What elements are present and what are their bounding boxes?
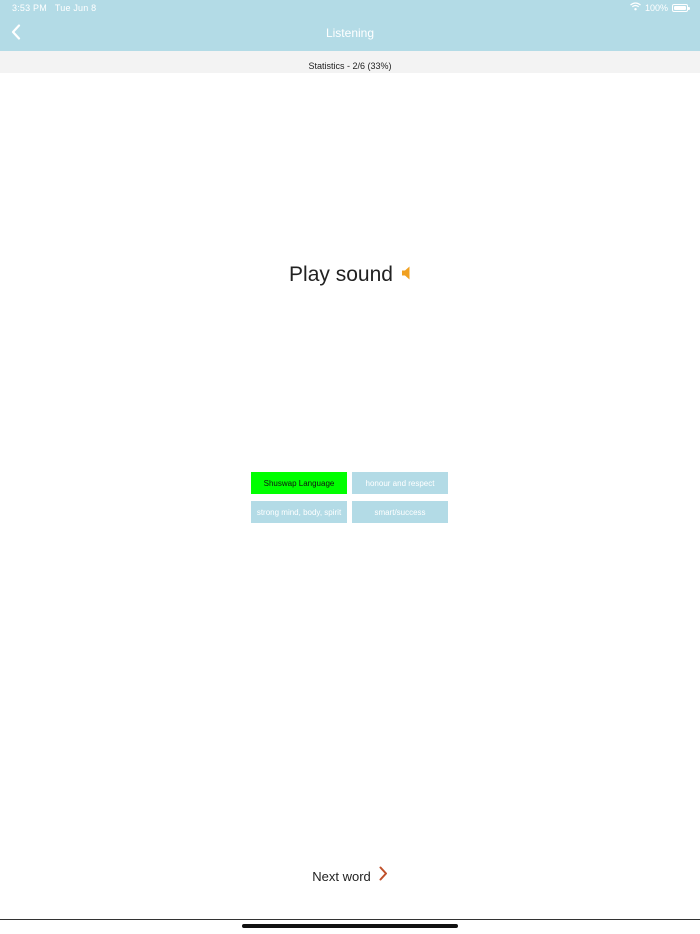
status-right: 100% — [630, 2, 690, 13]
page-title: Listening — [325, 26, 375, 40]
home-indicator[interactable] — [242, 924, 458, 928]
battery-icon — [672, 3, 690, 12]
status-date-text: Tue Jun 8 — [54, 3, 97, 13]
answer-grid: Shuswap Language honour and respect stro… — [251, 472, 449, 523]
answer-option-3[interactable]: strong mind, body, spirit — [251, 501, 347, 523]
statistics-bar: Statistics - 2/6 (33%) — [0, 51, 700, 73]
chevron-right-icon — [379, 866, 388, 886]
wifi-icon — [630, 2, 641, 13]
answer-label: honour and respect — [365, 478, 435, 488]
answer-option-1[interactable]: Shuswap Language — [251, 472, 347, 494]
speaker-icon[interactable] — [401, 266, 411, 285]
bottom-divider — [0, 919, 700, 920]
battery-text: 100% — [644, 2, 668, 13]
answer-label: smart/success — [374, 507, 426, 517]
next-word-button[interactable]: Next word — [0, 866, 700, 886]
answer-option-2[interactable]: honour and respect — [352, 472, 448, 494]
answer-label: Shuswap Language — [263, 478, 335, 488]
answer-label: strong mind, body, spirit — [256, 507, 342, 517]
answer-option-4[interactable]: smart/success — [352, 501, 448, 523]
next-word-label: Next word — [312, 868, 371, 884]
battery-fill — [674, 5, 686, 10]
header-bar: 3:53 PM Tue Jun 8 100% Listening — [0, 0, 700, 51]
play-sound-button[interactable]: Play sound — [0, 263, 700, 287]
status-time: 3:53 PM Tue Jun 8 — [12, 3, 96, 13]
play-sound-label: Play sound — [289, 263, 393, 286]
status-time-text: 3:53 PM — [12, 3, 47, 13]
